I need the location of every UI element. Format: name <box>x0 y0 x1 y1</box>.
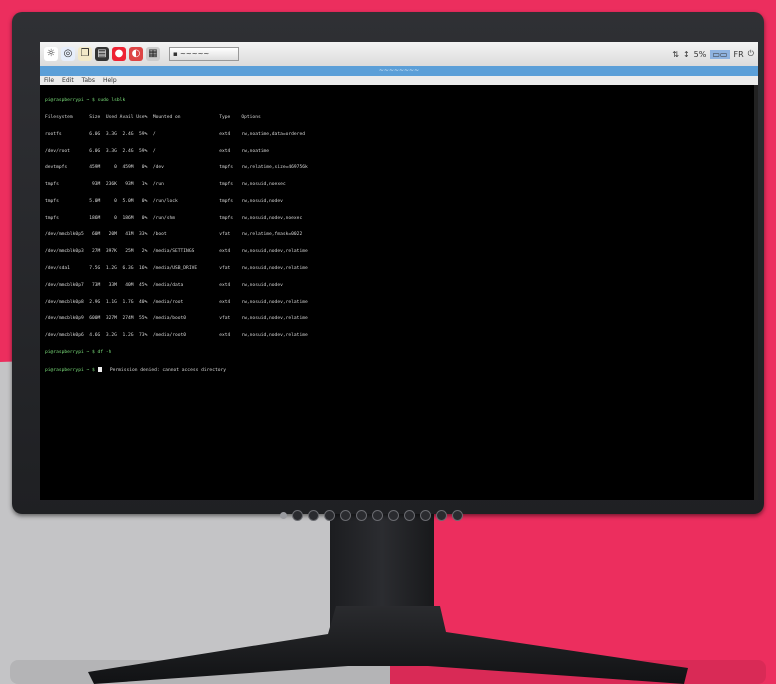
terminal-icon[interactable]: ▤ <box>95 47 109 61</box>
raspberry-menu-icon[interactable]: ☼ <box>44 47 58 61</box>
terminal-line: /dev/mmcblk0p6 4.6G 3.2G 1.2G 73% /media… <box>45 333 308 339</box>
terminal-line: tmpfs 5.0M 0 5.0M 0% /run/lock tmpfs rw,… <box>45 198 283 204</box>
terminal-line: Filesystem Size Used Avail Use% Mounted … <box>45 114 261 120</box>
monitor-control-button[interactable] <box>436 510 447 521</box>
monitor-buttons <box>280 510 463 521</box>
terminal-message: Permission denied: cannot access directo… <box>101 367 227 373</box>
wolfram-icon[interactable]: ◐ <box>129 47 143 61</box>
power-icon[interactable]: ⏻ <box>748 49 754 59</box>
monitor-control-button[interactable] <box>308 510 319 521</box>
monitor-screen: ☼ ◎ ❐ ▤ ● ◐ ▦ ▪ ~~~~~ ⇅ ↕ 5% ▭▭ FR ⏻ ~~~… <box>40 42 758 500</box>
monitor-control-button[interactable] <box>452 510 463 521</box>
terminal-line: /dev/sda1 7.5G 1.2G 6.3G 16% /media/USB_… <box>45 266 308 271</box>
terminal-menubar: File Edit Tabs Help <box>40 76 758 85</box>
monitor-bezel: ☼ ◎ ❐ ▤ ● ◐ ▦ ▪ ~~~~~ ⇅ ↕ 5% ▭▭ FR ⏻ ~~~… <box>12 12 764 521</box>
terminal-line: pi@raspberrypi ~ $ df -h <box>45 349 112 355</box>
taskbar-button-terminal[interactable]: ▪ ~~~~~ <box>169 47 239 61</box>
monitor-control-button[interactable] <box>292 510 303 521</box>
terminal-line: /dev/root 6.0G 3.3G 2.4G 59% / ext4 rw,n… <box>45 148 270 154</box>
cpu-graph-icon: ▭▭ <box>710 49 730 59</box>
top-panel: ☼ ◎ ❐ ▤ ● ◐ ▦ ▪ ~~~~~ ⇅ ↕ 5% ▭▭ FR ⏻ <box>40 42 758 66</box>
terminal-scrollbar[interactable] <box>754 85 758 500</box>
monitor-control-button[interactable] <box>340 510 351 521</box>
network-icon[interactable]: ⇅ <box>672 50 679 59</box>
menu-tabs[interactable]: Tabs <box>82 76 95 85</box>
terminal-line: /dev/mmcblk0p5 60M 20M 41M 33% /boot vfa… <box>45 232 303 238</box>
monitor-control-button[interactable] <box>356 510 367 521</box>
mathematica-icon[interactable]: ● <box>112 47 126 61</box>
terminal-line: pi@raspberrypi ~ $ sudo lsblk <box>45 98 126 104</box>
terminal-line: rootfs 6.0G 3.3G 2.4G 59% / ext4 rw,noat… <box>45 131 305 137</box>
monitor-control-button[interactable] <box>404 510 415 521</box>
terminal-line: /dev/mmcblk0p7 73M 33M 40M 45% /media/da… <box>45 282 283 288</box>
menu-file[interactable]: File <box>44 76 54 85</box>
system-tray: ⇅ ↕ 5% ▭▭ FR ⏻ <box>672 49 754 59</box>
terminal-line: /dev/mmcblk0p3 27M 397K 25M 2% /media/SE… <box>45 249 308 255</box>
terminal-line: tmpfs 186M 0 186M 0% /run/shm tmpfs rw,n… <box>45 215 303 221</box>
monitor-control-button[interactable] <box>420 510 431 521</box>
monitor-control-button[interactable] <box>388 510 399 521</box>
keyboard-layout[interactable]: FR <box>734 50 744 59</box>
terminal-prompt-line: pi@raspberrypi ~ $ Permission denied: ca… <box>45 366 753 374</box>
window-title: ~~~~~~~~ <box>378 67 420 74</box>
menu-edit[interactable]: Edit <box>62 76 74 85</box>
terminal-line: tmpfs 93M 236K 93M 1% /run tmpfs rw,nosu… <box>45 182 286 188</box>
bluetooth-icon[interactable]: ↕ <box>683 50 690 59</box>
terminal-output[interactable]: pi@raspberrypi ~ $ sudo lsblk Filesystem… <box>40 85 758 500</box>
terminal-window-titlebar[interactable]: ~~~~~~~~ <box>40 66 758 76</box>
terminal-line: /dev/mmcblk0p9 600M 327M 274M 55% /media… <box>45 316 308 322</box>
menu-help[interactable]: Help <box>103 76 117 85</box>
monitor-control-button[interactable] <box>324 510 335 521</box>
browser-icon[interactable]: ◎ <box>61 47 75 61</box>
terminal-line: devtmpfs 459M 0 459M 0% /dev tmpfs rw,re… <box>45 165 308 171</box>
terminal-line: /dev/mmcblk0p8 2.9G 1.1G 1.7G 40% /media… <box>45 299 308 305</box>
cpu-monitor: 5% <box>693 49 707 59</box>
power-led <box>280 512 287 519</box>
window-icon[interactable]: ▦ <box>146 47 160 61</box>
file-manager-icon[interactable]: ❐ <box>78 47 92 61</box>
terminal-prompt: pi@raspberrypi ~ $ <box>45 367 98 373</box>
monitor-control-button[interactable] <box>372 510 383 521</box>
